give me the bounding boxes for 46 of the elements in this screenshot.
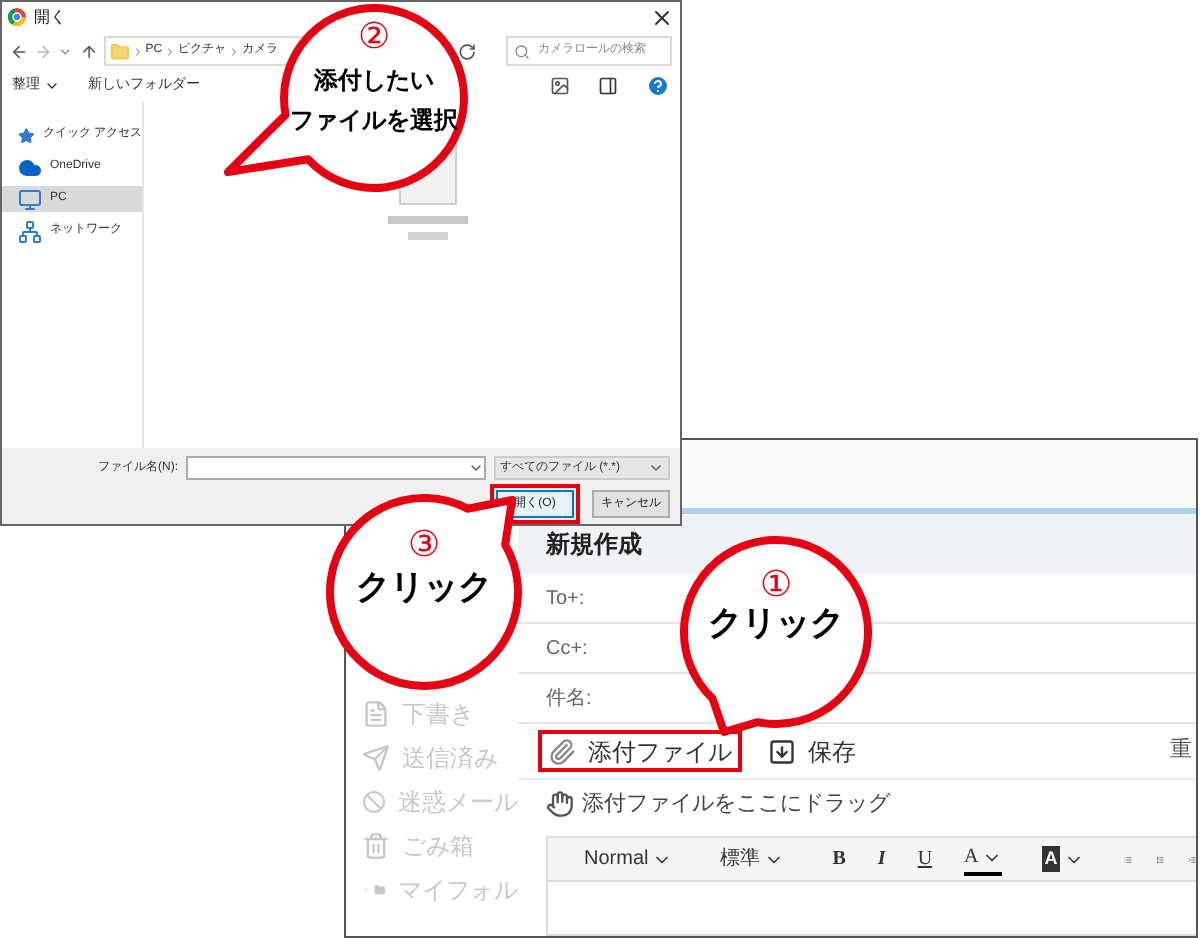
separator-icon (228, 45, 241, 57)
filename-field[interactable] (186, 456, 486, 480)
style-dropdown[interactable]: 標準 (720, 844, 785, 874)
preview-pane-icon[interactable] (598, 76, 618, 96)
save-icon (768, 737, 796, 765)
close-icon[interactable] (650, 5, 674, 29)
step-number: ③ (406, 524, 442, 564)
italic-button[interactable]: I (877, 844, 886, 874)
folder-icon (109, 41, 130, 61)
round-logo-icon (8, 8, 26, 26)
save-button[interactable]: 保存 (758, 730, 866, 772)
highlight-button[interactable]: A (1042, 845, 1084, 873)
separator-icon (164, 45, 177, 57)
paperclip-icon (548, 737, 576, 765)
back-icon[interactable] (10, 41, 29, 61)
refresh-icon[interactable] (457, 41, 476, 61)
trash-icon (362, 831, 390, 859)
separator-icon (131, 45, 144, 57)
caret-icon (468, 460, 484, 476)
drop-hint: 添付ファイルをここにドラッグ (582, 789, 890, 820)
callout-text: ファイルを選択 (290, 104, 458, 138)
blurred-label-drawing (387, 214, 467, 242)
view-icon[interactable] (550, 76, 570, 96)
attach-file-button[interactable]: 添付ファイル (538, 730, 742, 772)
blocked-icon (362, 787, 386, 815)
monitor-icon (18, 187, 42, 211)
help-icon[interactable] (646, 74, 670, 98)
network-icon (18, 219, 42, 243)
up-icon[interactable] (79, 41, 98, 61)
callout-text: クリック (356, 568, 492, 608)
underline-button[interactable]: U (917, 844, 933, 874)
hand-icon (546, 790, 574, 818)
caret-icon (648, 460, 664, 476)
style-dropdown[interactable]: Normal (584, 844, 673, 874)
bold-button[interactable]: B (832, 844, 846, 874)
caret-icon (44, 78, 60, 94)
star-icon (18, 123, 35, 147)
callout-text: クリック (708, 604, 844, 644)
font-color-button[interactable]: A (964, 842, 1003, 876)
cut-label: 重 (1170, 736, 1192, 767)
window-title: 開く (34, 5, 66, 29)
cloud-icon (18, 155, 42, 179)
document-icon (362, 699, 390, 727)
send-icon (362, 743, 390, 771)
search-icon (513, 43, 530, 59)
callout-text: 添付したい (314, 64, 434, 98)
